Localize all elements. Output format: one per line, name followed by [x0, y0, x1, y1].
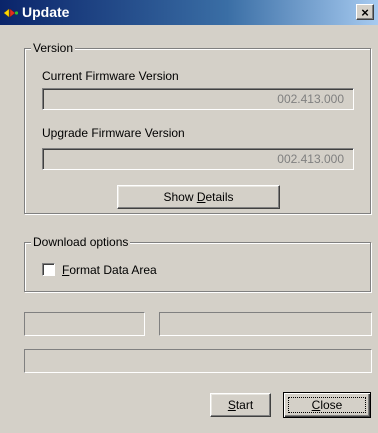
download-options-group: Download options Format Data Area — [24, 235, 371, 292]
start-button[interactable]: Start — [210, 393, 271, 417]
current-firmware-field: 002.413.000 — [42, 88, 354, 110]
close-window-button[interactable]: × — [356, 4, 374, 20]
upgrade-firmware-field: 002.413.000 — [42, 148, 354, 170]
format-data-area-checkbox[interactable] — [42, 263, 55, 276]
title-bar: Update × — [0, 0, 378, 25]
download-options-legend: Download options — [31, 235, 131, 249]
window-title: Update — [22, 4, 70, 20]
upgrade-firmware-label: Upgrade Firmware Version — [42, 126, 185, 140]
update-icon — [3, 5, 19, 21]
show-details-button[interactable]: Show Details — [117, 185, 280, 209]
version-group-legend: Version — [31, 41, 76, 55]
close-icon: × — [361, 4, 369, 20]
progress-bar — [24, 349, 372, 373]
format-data-area-label[interactable]: Format Data Area — [62, 263, 157, 277]
status-panel-right — [159, 312, 372, 336]
current-firmware-label: Current Firmware Version — [42, 69, 179, 83]
close-button[interactable]: Close — [283, 392, 371, 418]
version-group: Version Current Firmware Version 002.413… — [24, 41, 371, 214]
status-panel-left — [24, 312, 145, 336]
